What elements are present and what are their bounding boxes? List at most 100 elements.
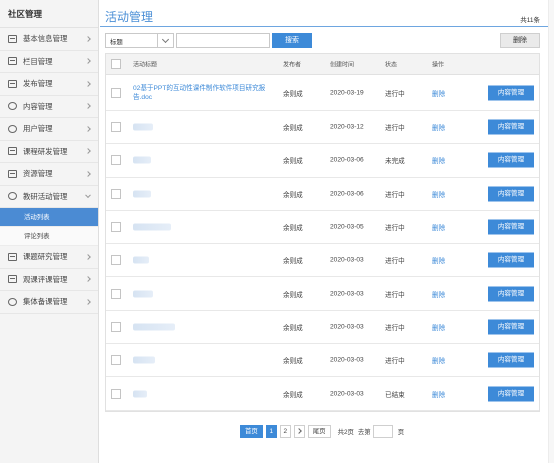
content-manage-button[interactable]: 内容管理 xyxy=(488,352,534,368)
content-manage-button[interactable]: 内容管理 xyxy=(488,286,534,302)
search-button[interactable]: 搜索 xyxy=(272,33,312,48)
content-manage-button[interactable]: 内容管理 xyxy=(488,85,534,100)
row-checkbox[interactable] xyxy=(111,388,121,399)
sidebar-item-users[interactable]: 用户管理 xyxy=(0,118,98,141)
activity-title-redacted[interactable] xyxy=(133,356,155,364)
next-page-button[interactable] xyxy=(293,425,305,438)
select-all-checkbox[interactable] xyxy=(111,59,121,69)
main-content: 活动管理 共11条 标题 搜索 删除 活动标题 发布者 创建时间 状态 操作 0… xyxy=(100,0,548,463)
first-page-button[interactable]: 首页 xyxy=(240,425,263,438)
row-delete-link[interactable]: 删除 xyxy=(432,355,445,365)
sidebar: 社区管理 基本信息管理 栏目管理 发布管理 内容管理 用户管理 课程研发管理 资… xyxy=(0,0,99,463)
sidebar-item-content[interactable]: 内容管理 xyxy=(0,96,98,118)
publisher: 余则成 xyxy=(283,291,303,299)
sidebar-subitem-comment-list[interactable]: 评论列表 xyxy=(0,227,98,246)
row-checkbox[interactable] xyxy=(111,222,121,233)
row-checkbox[interactable] xyxy=(111,355,121,366)
book-icon xyxy=(8,147,17,156)
row-checkbox[interactable] xyxy=(111,155,121,166)
monitor-icon xyxy=(8,252,17,261)
row-delete-link[interactable]: 删除 xyxy=(432,189,445,199)
row-delete-link[interactable]: 删除 xyxy=(432,122,445,132)
content-manage-button[interactable]: 内容管理 xyxy=(488,119,534,135)
sidebar-item-group-prep[interactable]: 集体备课管理 xyxy=(0,291,98,314)
row-checkbox[interactable] xyxy=(111,255,121,266)
sidebar-item-column[interactable]: 栏目管理 xyxy=(0,51,98,73)
page-button[interactable]: 1 xyxy=(265,425,277,438)
sidebar-subitem-activity-list[interactable]: 活动列表 xyxy=(0,208,98,227)
row-checkbox[interactable] xyxy=(111,188,121,199)
content-manage-button[interactable]: 内容管理 xyxy=(488,319,534,335)
content-manage-button[interactable]: 内容管理 xyxy=(488,219,534,235)
created-date: 2020-03-06 xyxy=(330,190,364,198)
activity-title-redacted[interactable] xyxy=(133,390,147,398)
edit-icon xyxy=(8,79,17,88)
page-title: 活动管理 xyxy=(105,10,154,24)
chevron-down-icon[interactable] xyxy=(157,34,173,47)
table-row: 余则成 2020-03-12 进行中 删除 内容管理 xyxy=(106,111,539,145)
page-button[interactable]: 2 xyxy=(279,425,291,438)
eye-icon xyxy=(8,275,17,284)
title-divider xyxy=(100,26,548,27)
goto-page-input[interactable] xyxy=(372,425,393,438)
created-date: 2020-03-12 xyxy=(330,123,364,131)
row-delete-link[interactable]: 删除 xyxy=(432,88,445,98)
publisher: 余则成 xyxy=(283,258,303,266)
activity-title-redacted[interactable] xyxy=(133,323,175,331)
status: 进行中 xyxy=(385,358,405,366)
activity-title-redacted[interactable] xyxy=(133,190,151,198)
row-delete-link[interactable]: 删除 xyxy=(432,222,445,232)
table-row: 余则成 2020-03-06 进行中 删除 内容管理 xyxy=(106,178,539,211)
publisher: 余则成 xyxy=(283,225,303,233)
activity-title-link[interactable]: 02基于PPT的互动性课件制作软件项目研究报告.doc xyxy=(133,84,273,102)
publisher: 余则成 xyxy=(283,158,303,166)
content-manage-button[interactable]: 内容管理 xyxy=(488,186,534,202)
chevron-right-icon xyxy=(295,428,302,434)
sidebar-item-topic-research[interactable]: 课题研究管理 xyxy=(0,246,98,269)
activity-title-redacted[interactable] xyxy=(133,290,153,298)
search-input[interactable] xyxy=(176,33,270,48)
total-count: 共11条 xyxy=(520,17,540,24)
activity-table: 活动标题 发布者 创建时间 状态 操作 02基于PPT的互动性课件制作软件项目研… xyxy=(105,53,540,412)
column-header: 创建时间 xyxy=(330,62,355,69)
row-delete-link[interactable]: 删除 xyxy=(432,389,445,399)
status: 未完成 xyxy=(385,158,405,166)
chat-icon xyxy=(8,192,17,201)
scrollbar[interactable] xyxy=(548,0,554,463)
activity-title-redacted[interactable] xyxy=(133,223,171,231)
row-delete-link[interactable]: 删除 xyxy=(432,255,445,265)
publisher: 余则成 xyxy=(283,90,303,98)
activity-title-redacted[interactable] xyxy=(133,256,149,264)
row-checkbox[interactable] xyxy=(111,122,121,133)
sidebar-item-publish[interactable]: 发布管理 xyxy=(0,73,98,96)
sidebar-item-resource[interactable]: 资源管理 xyxy=(0,163,98,186)
table-row: 余则成 2020-03-03 进行中 删除 内容管理 xyxy=(106,244,539,278)
monitor-icon xyxy=(8,34,17,43)
row-checkbox[interactable] xyxy=(111,87,121,98)
column-header: 活动标题 xyxy=(133,62,158,69)
row-delete-link[interactable]: 删除 xyxy=(432,322,445,332)
last-page-button[interactable]: 尾页 xyxy=(307,425,331,438)
search-field-select[interactable]: 标题 xyxy=(105,33,174,48)
status: 进行中 xyxy=(385,191,405,199)
activity-title-redacted[interactable] xyxy=(133,156,151,164)
created-date: 2020-03-06 xyxy=(330,156,364,164)
table-row: 余则成 2020-03-03 已结束 删除 内容管理 xyxy=(106,377,539,411)
status: 进行中 xyxy=(385,258,405,266)
row-delete-link[interactable]: 删除 xyxy=(432,289,445,299)
sidebar-item-research-activity[interactable]: 教研活动管理 xyxy=(0,186,98,208)
pagination: 首页 1 2 尾页 共2页 去第 页 xyxy=(240,425,404,438)
sidebar-item-observe[interactable]: 观课评课管理 xyxy=(0,269,98,291)
column-header: 发布者 xyxy=(283,62,302,69)
sidebar-item-basic-info[interactable]: 基本信息管理 xyxy=(0,28,98,51)
delete-button[interactable]: 删除 xyxy=(500,33,540,48)
row-delete-link[interactable]: 删除 xyxy=(432,155,445,165)
content-manage-button[interactable]: 内容管理 xyxy=(488,386,534,402)
content-manage-button[interactable]: 内容管理 xyxy=(488,152,534,168)
created-date: 2020-03-19 xyxy=(330,89,364,96)
content-manage-button[interactable]: 内容管理 xyxy=(488,252,534,268)
sidebar-item-course[interactable]: 课程研发管理 xyxy=(0,141,98,163)
row-checkbox[interactable] xyxy=(111,288,121,299)
row-checkbox[interactable] xyxy=(111,321,121,332)
activity-title-redacted[interactable] xyxy=(133,123,153,131)
